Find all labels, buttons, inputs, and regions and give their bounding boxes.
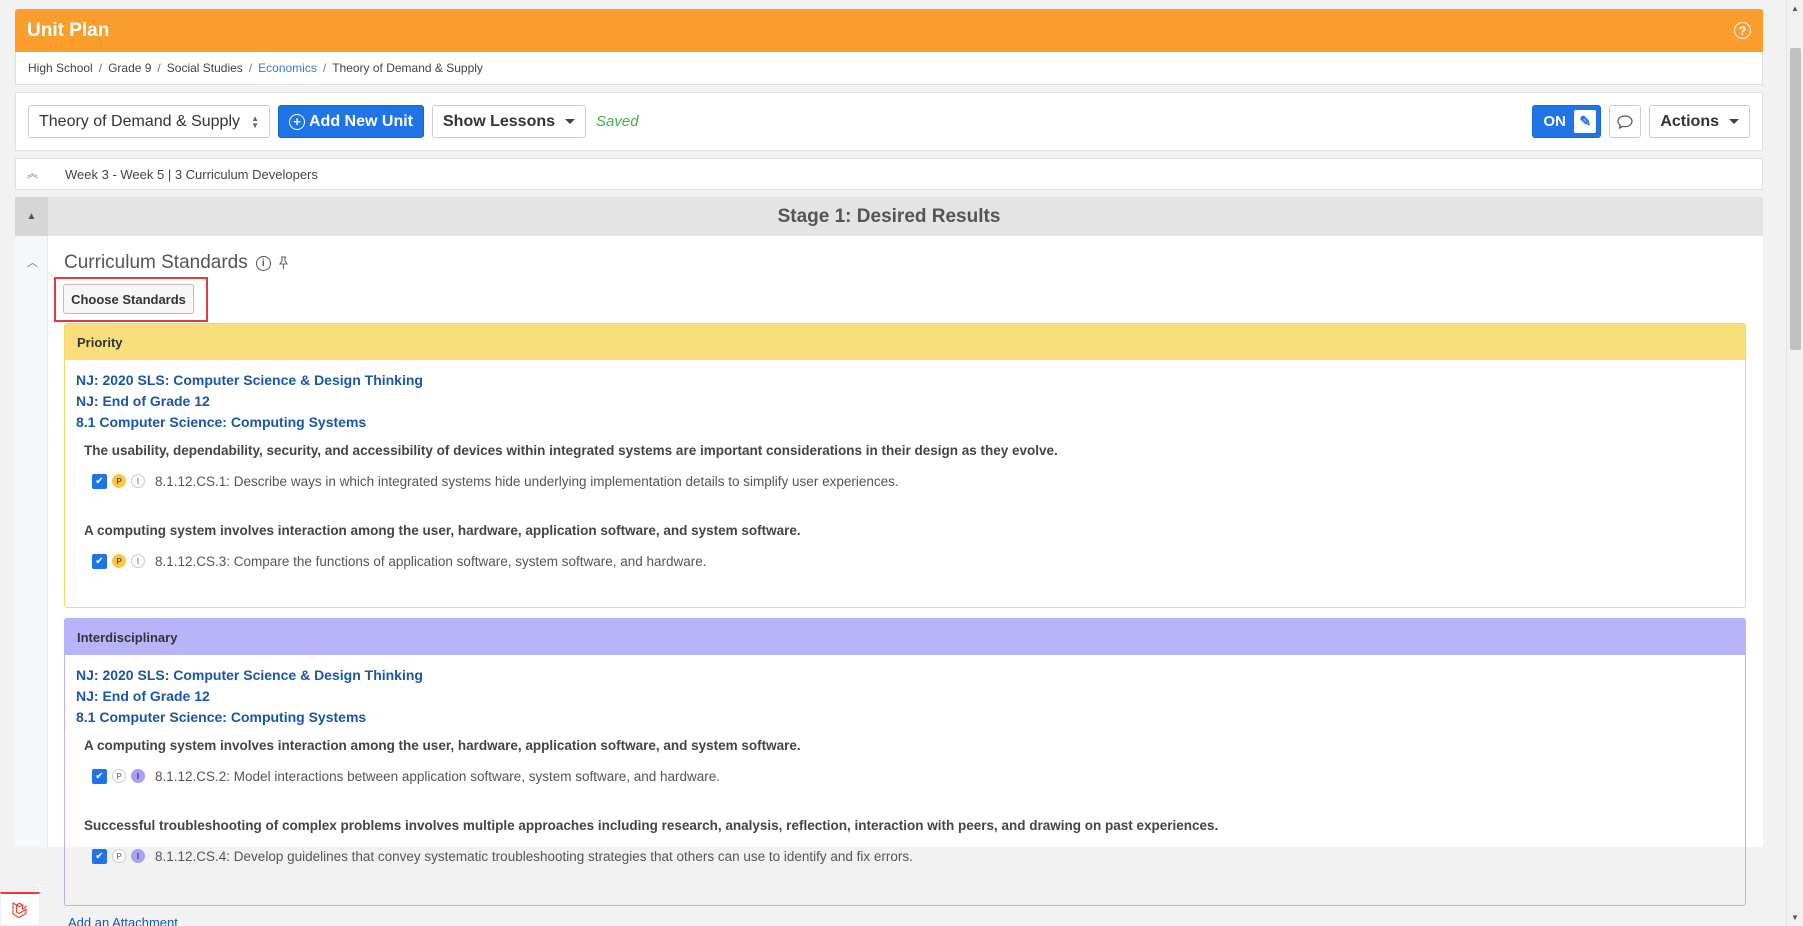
standard-set-link[interactable]: NJ: 2020 SLS: Computer Science & Design … (76, 665, 1734, 686)
laravel-logo-icon (12, 901, 27, 918)
chevron-up-icon[interactable]: ︿ (27, 254, 38, 270)
scroll-up-icon[interactable]: ▲ (1787, 0, 1803, 17)
standard-grade-link[interactable]: NJ: End of Grade 12 (76, 686, 1734, 707)
edit-mode-toggle[interactable]: ON ✎ (1532, 105, 1602, 138)
interdisciplinary-badge[interactable]: I (131, 554, 145, 568)
standard-set-link[interactable]: NJ: 2020 SLS: Computer Science & Design … (76, 370, 1734, 391)
plus-circle-icon: + (289, 113, 305, 130)
priority-badge[interactable]: P (112, 474, 126, 488)
standard-text: 8.1.12.CS.4: Develop guidelines that con… (155, 848, 913, 864)
comments-button[interactable] (1609, 105, 1642, 138)
standard-text: 8.1.12.CS.1: Describe ways in which inte… (155, 473, 899, 489)
breadcrumb-current: Theory of Demand & Supply (332, 61, 483, 75)
stage-gutter: ︿ (15, 236, 48, 847)
stage-collapse-icon[interactable]: ▲ (15, 197, 48, 236)
standard-text: 8.1.12.CS.2: Model interactions between … (155, 768, 721, 784)
edit-toggle-label: ON (1543, 113, 1566, 130)
standard-strand-link[interactable]: 8.1 Computer Science: Computing Systems (76, 412, 1734, 433)
stage-1-section: ▲ Stage 1: Desired Results ︿ Curriculum … (15, 197, 1763, 926)
standard-checkbox[interactable]: ✔ (92, 553, 107, 569)
breadcrumb-item: Social Studies (166, 61, 243, 75)
show-lessons-dropdown[interactable]: Show Lessons (432, 105, 587, 138)
choose-standards-button[interactable]: Choose Standards (63, 284, 194, 314)
breadcrumb: High School / Grade 9 / Social Studies /… (15, 52, 1763, 85)
double-chevron-up-icon[interactable]: ︽ (27, 168, 41, 179)
interdisciplinary-panel-body: NJ: 2020 SLS: Computer Science & Design … (65, 655, 1745, 876)
breadcrumb-separator: / (322, 61, 327, 75)
info-icon[interactable]: i (255, 255, 271, 271)
toolbar-right-group: ON ✎ Actions (1532, 105, 1750, 138)
priority-badge[interactable]: P (112, 849, 126, 863)
standard-checkbox[interactable]: ✔ (92, 473, 107, 489)
stage-header: ▲ Stage 1: Desired Results (15, 197, 1763, 236)
interdisciplinary-panel: Interdisciplinary NJ: 2020 SLS: Computer… (64, 618, 1746, 906)
scroll-down-icon[interactable]: ▼ (1787, 909, 1803, 926)
unit-select-value: Theory of Demand & Supply (39, 112, 240, 130)
scrollbar-thumb[interactable] (1790, 48, 1801, 350)
standard-row: ✔ P I 8.1.12.CS.4: Develop guidelines th… (92, 846, 1734, 866)
standard-cluster: A computing system involves interaction … (84, 738, 801, 753)
standard-grade-link[interactable]: NJ: End of Grade 12 (76, 391, 1734, 412)
page-title: Unit Plan (27, 19, 110, 41)
priority-panel-header: Priority (65, 324, 1745, 360)
comment-icon (1617, 114, 1633, 129)
pencil-icon: ✎ (1574, 110, 1597, 133)
standard-text: 8.1.12.CS.3: Compare the functions of ap… (155, 553, 707, 569)
saved-status: Saved (596, 113, 639, 130)
unit-select[interactable]: Theory of Demand & Supply ▲ ▼ (28, 105, 270, 138)
curriculum-standards-heading: Curriculum Standards i (64, 252, 289, 274)
standard-checkbox[interactable]: ✔ (92, 768, 107, 784)
pin-icon[interactable] (278, 256, 289, 270)
actions-dropdown[interactable]: Actions (1649, 105, 1750, 138)
standard-row: ✔ P I 8.1.12.CS.1: Describe ways in whic… (92, 471, 1734, 491)
breadcrumb-link-economics[interactable]: Economics (258, 61, 317, 75)
help-icon[interactable]: ? (1734, 22, 1751, 39)
breadcrumb-item: Grade 9 (108, 61, 152, 75)
unit-info-text: Week 3 - Week 5 | 3 Curriculum Developer… (65, 166, 318, 182)
unit-plan-page: Unit Plan ? High School / Grade 9 / Soci… (15, 9, 1763, 926)
standard-cluster: The usability, dependability, security, … (84, 443, 1058, 458)
priority-badge[interactable]: P (112, 769, 126, 783)
standard-strand-link[interactable]: 8.1 Computer Science: Computing Systems (76, 707, 1734, 728)
standard-cluster: A computing system involves interaction … (84, 523, 801, 538)
standard-row: ✔ P I 8.1.12.CS.2: Model interactions be… (92, 766, 1734, 786)
laravel-debug-icon[interactable] (0, 892, 40, 926)
breadcrumb-separator: / (98, 61, 103, 75)
caret-down-icon (565, 119, 576, 124)
actions-label: Actions (1660, 112, 1719, 130)
interdisciplinary-panel-header: Interdisciplinary (65, 619, 1745, 655)
breadcrumb-separator: / (248, 61, 253, 75)
standard-cluster: Successful troubleshooting of complex pr… (84, 818, 1219, 833)
standard-row: ✔ P I 8.1.12.CS.3: Compare the functions… (92, 551, 1734, 571)
page-header: Unit Plan ? (15, 9, 1763, 52)
show-lessons-label: Show Lessons (443, 112, 556, 130)
vertical-scrollbar[interactable]: ▲ ▼ (1786, 0, 1803, 926)
section-title: Curriculum Standards (64, 252, 248, 273)
breadcrumb-item: High School (28, 61, 93, 75)
interdisciplinary-badge[interactable]: I (131, 769, 145, 783)
add-new-unit-label: Add New Unit (309, 112, 413, 130)
caret-down-icon (1729, 119, 1739, 124)
breadcrumb-separator: / (157, 61, 161, 75)
interdisciplinary-badge[interactable]: I (131, 849, 145, 863)
add-attachment-link[interactable]: Add an Attachment (68, 915, 178, 926)
stage-title: Stage 1: Desired Results (777, 205, 1001, 227)
priority-panel: Priority NJ: 2020 SLS: Computer Science … (64, 323, 1746, 608)
updown-icon: ▲ ▼ (251, 113, 259, 130)
priority-panel-body: NJ: 2020 SLS: Computer Science & Design … (65, 360, 1745, 581)
standard-checkbox[interactable]: ✔ (92, 848, 107, 864)
unit-info-bar: ︽ Week 3 - Week 5 | 3 Curriculum Develop… (15, 158, 1763, 190)
interdisciplinary-badge[interactable]: I (131, 474, 145, 488)
priority-badge[interactable]: P (112, 554, 126, 568)
unit-toolbar: Theory of Demand & Supply ▲ ▼ + Add New U… (15, 92, 1763, 151)
add-new-unit-button[interactable]: + Add New Unit (278, 105, 424, 138)
